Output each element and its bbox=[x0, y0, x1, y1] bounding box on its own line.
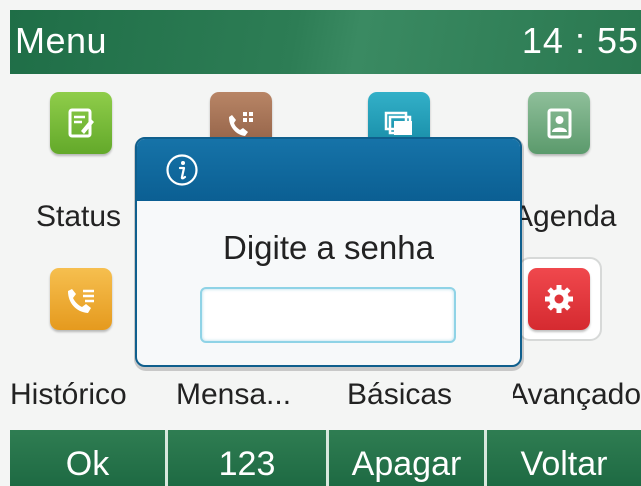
dialog-title: Digite a senha bbox=[223, 229, 434, 266]
info-icon bbox=[166, 154, 198, 186]
phone-keypad-icon bbox=[229, 112, 253, 136]
menu-label-status: Status bbox=[36, 200, 122, 233]
ok-softkey[interactable]: Ok bbox=[10, 430, 168, 486]
cards-icon bbox=[384, 111, 412, 135]
softkey-bar: Ok 123 Apagar Voltar bbox=[10, 430, 641, 486]
menu-label-historico: Histórico bbox=[10, 378, 127, 411]
menu-label-basicas: Básicas bbox=[347, 378, 453, 411]
clock: 14 : 55 bbox=[521, 20, 639, 61]
gear-icon bbox=[545, 285, 573, 313]
menu-label-agenda: Agenda bbox=[513, 200, 617, 233]
agenda-icon[interactable] bbox=[528, 92, 590, 154]
advanced-settings-icon[interactable] bbox=[528, 268, 590, 330]
status-icon[interactable] bbox=[50, 92, 112, 154]
password-input[interactable] bbox=[200, 287, 456, 343]
edit-document-icon bbox=[68, 108, 94, 138]
phone-list-icon bbox=[68, 289, 94, 313]
menu-label-mensagens: Mensa... bbox=[176, 378, 292, 411]
address-book-icon bbox=[547, 108, 572, 139]
input-mode-softkey[interactable]: 123 bbox=[168, 430, 329, 486]
call-history-icon[interactable] bbox=[50, 268, 112, 330]
delete-softkey[interactable]: Apagar bbox=[329, 430, 487, 486]
page-title: Menu bbox=[15, 20, 108, 61]
title-bar: Menu 14 : 55 bbox=[10, 10, 641, 74]
back-softkey[interactable]: Voltar bbox=[487, 430, 641, 486]
password-dialog: Digite a senha bbox=[135, 137, 522, 367]
dialog-header bbox=[137, 139, 520, 201]
phone-screen: Menu 14 : 55 Status Agenda Histórico Men… bbox=[0, 0, 641, 486]
menu-label-avancado: Avançado bbox=[513, 378, 641, 411]
